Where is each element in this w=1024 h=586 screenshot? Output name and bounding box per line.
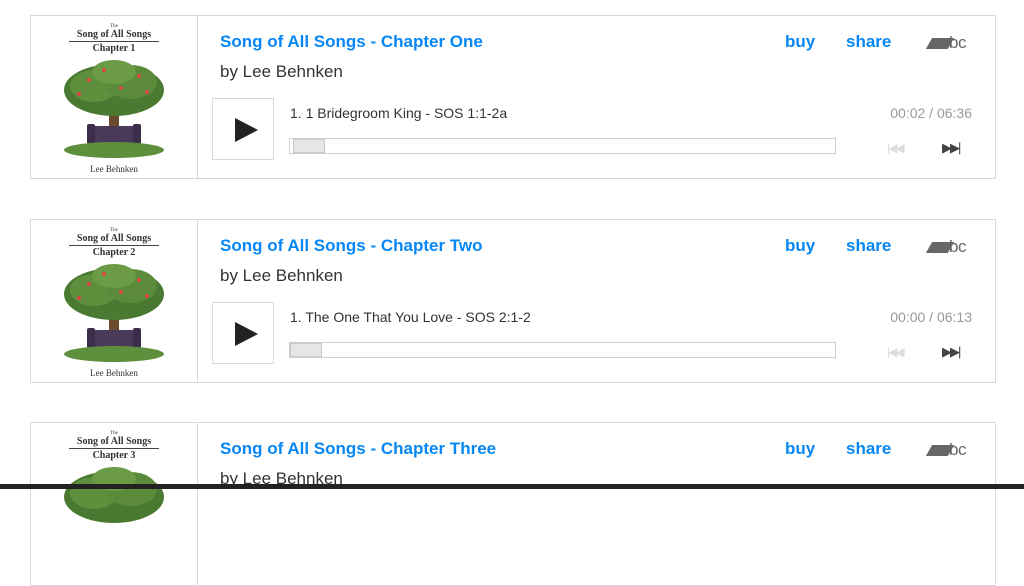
progress-thumb[interactable] [290,343,322,357]
play-icon [235,322,258,346]
buy-link[interactable]: buy [785,236,815,256]
progress-thumb[interactable] [293,139,325,153]
buy-link[interactable]: buy [785,439,815,459]
album-player-3: The Song of All Songs Chapter 3 Song of A… [30,422,996,586]
bottom-edge-bar [0,484,1024,489]
previous-track-icon[interactable]: |◀◀ [887,345,905,359]
progress-bar[interactable] [289,342,836,358]
art-divider [69,41,159,42]
art-author: Lee Behnken [90,368,138,378]
art-author: Lee Behnken [90,164,138,174]
art-divider [69,245,159,246]
share-link[interactable]: share [846,439,891,459]
play-icon [235,118,258,142]
track-time: 00:02 / 06:36 [890,105,972,121]
art-title: Song of All Songs [76,233,152,244]
next-track-icon[interactable]: ▶▶| [942,344,961,360]
play-button[interactable] [212,98,274,160]
album-player-2: The Song of All Songs Chapter 2 Lee Behnk… [30,219,996,383]
track-time: 00:00 / 06:13 [890,309,972,325]
album-art[interactable]: The Song of All Songs Chapter 3 [31,423,198,585]
tree-illustration [64,264,164,362]
art-title: Song of All Songs [76,29,152,40]
album-title-link[interactable]: Song of All Songs - Chapter Three [220,439,496,459]
art-title: Song of All Songs [76,436,152,447]
art-chapter: Chapter 1 [92,43,136,54]
track-title: 1. The One That You Love - SOS 2:1-2 [290,309,531,325]
progress-fill [290,139,292,153]
album-title-link[interactable]: Song of All Songs - Chapter One [220,32,483,52]
share-link[interactable]: share [846,236,891,256]
art-divider [69,448,159,449]
album-player-1: The Song of All Songs Chapter 1 Lee Behnk… [30,15,996,179]
play-button[interactable] [212,302,274,364]
buy-link[interactable]: buy [785,32,815,52]
album-art[interactable]: The Song of All Songs Chapter 2 Lee Behnk… [31,220,198,382]
tree-illustration [64,60,164,158]
previous-track-icon[interactable]: |◀◀ [887,141,905,155]
art-chapter: Chapter 3 [92,450,136,461]
artist-name: by Lee Behnken [220,266,343,285]
next-track-icon[interactable]: ▶▶| [942,140,961,156]
art-chapter: Chapter 2 [92,247,136,258]
artist-name: by Lee Behnken [220,62,343,81]
share-link[interactable]: share [846,32,891,52]
track-title: 1. 1 Bridegroom King - SOS 1:1-2a [290,105,508,121]
album-title-link[interactable]: Song of All Songs - Chapter Two [220,236,483,256]
tree-illustration [64,467,164,523]
album-art[interactable]: The Song of All Songs Chapter 1 Lee Behnk… [31,16,198,178]
progress-bar[interactable] [289,138,836,154]
